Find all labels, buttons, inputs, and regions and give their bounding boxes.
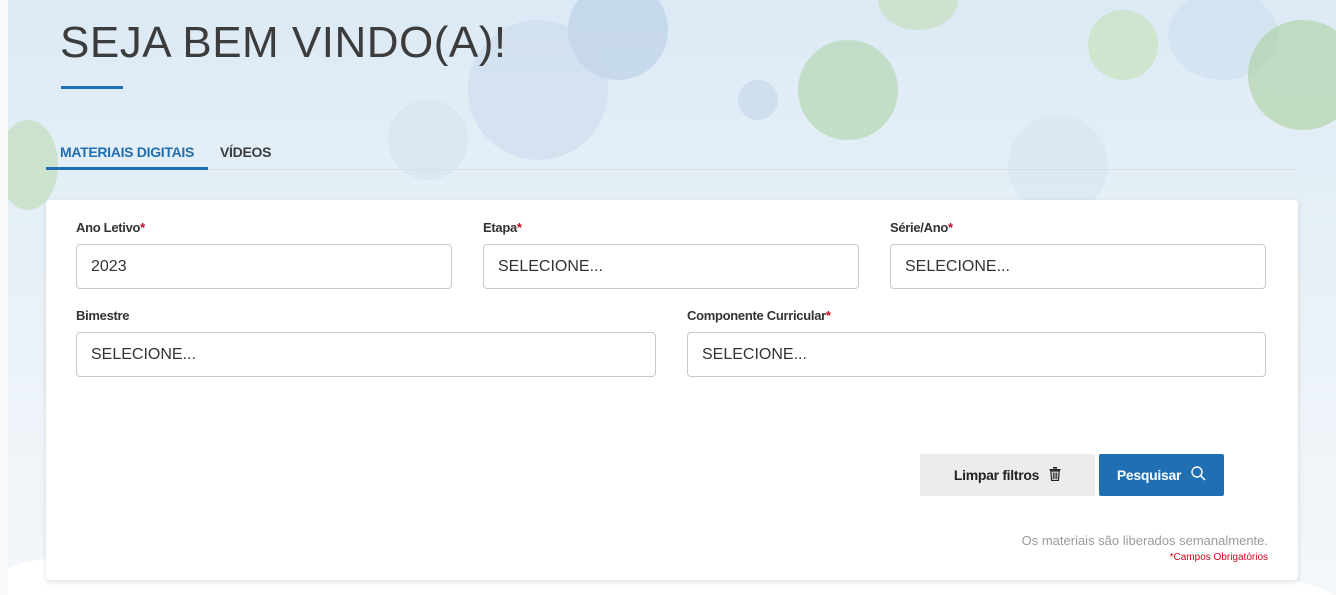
search-icon (1191, 466, 1206, 484)
bimestre-select[interactable]: SELECIONE... (76, 332, 656, 377)
page-title: SEJA BEM VINDO(A)! (60, 18, 507, 67)
etapa-field: Etapa* SELECIONE... (483, 220, 859, 289)
ano-letivo-label: Ano Letivo* (76, 220, 145, 235)
etapa-select[interactable]: SELECIONE... (483, 244, 859, 289)
etapa-label: Etapa* (483, 220, 522, 235)
search-button[interactable]: Pesquisar (1099, 454, 1224, 496)
tab-videos[interactable]: VÍDEOS (220, 138, 271, 170)
serie-ano-select[interactable]: SELECIONE... (890, 244, 1266, 289)
tab-bar: MATERIAIS DIGITAIS VÍDEOS (46, 138, 1298, 170)
weekly-release-note: Os materiais são liberados semanalmente. (1021, 533, 1268, 548)
bimestre-label: Bimestre (76, 308, 130, 323)
title-underline (61, 86, 123, 89)
required-fields-note: *Campos Obrigatórios (1169, 552, 1268, 563)
ano-letivo-select[interactable]: 2023 (76, 244, 452, 289)
serie-ano-field: Série/Ano* SELECIONE... (890, 220, 1266, 289)
search-label: Pesquisar (1116, 467, 1182, 483)
componente-curricular-label: Componente Curricular* (687, 308, 831, 323)
componente-curricular-field: Componente Curricular* SELECIONE... (687, 308, 1266, 377)
left-edge (0, 0, 8, 595)
tab-materiais-digitais[interactable]: MATERIAIS DIGITAIS (46, 138, 208, 170)
componente-curricular-select[interactable]: SELECIONE... (687, 332, 1266, 377)
trash-icon (1049, 466, 1061, 484)
clear-filters-label: Limpar filtros (953, 467, 1040, 483)
ano-letivo-field: Ano Letivo* 2023 (76, 220, 452, 289)
serie-ano-label: Série/Ano* (890, 220, 953, 235)
clear-filters-button[interactable]: Limpar filtros (920, 454, 1095, 496)
bimestre-field: Bimestre SELECIONE... (76, 308, 656, 377)
filter-card: Ano Letivo* 2023 Etapa* SELECIONE... Sér… (46, 200, 1298, 580)
